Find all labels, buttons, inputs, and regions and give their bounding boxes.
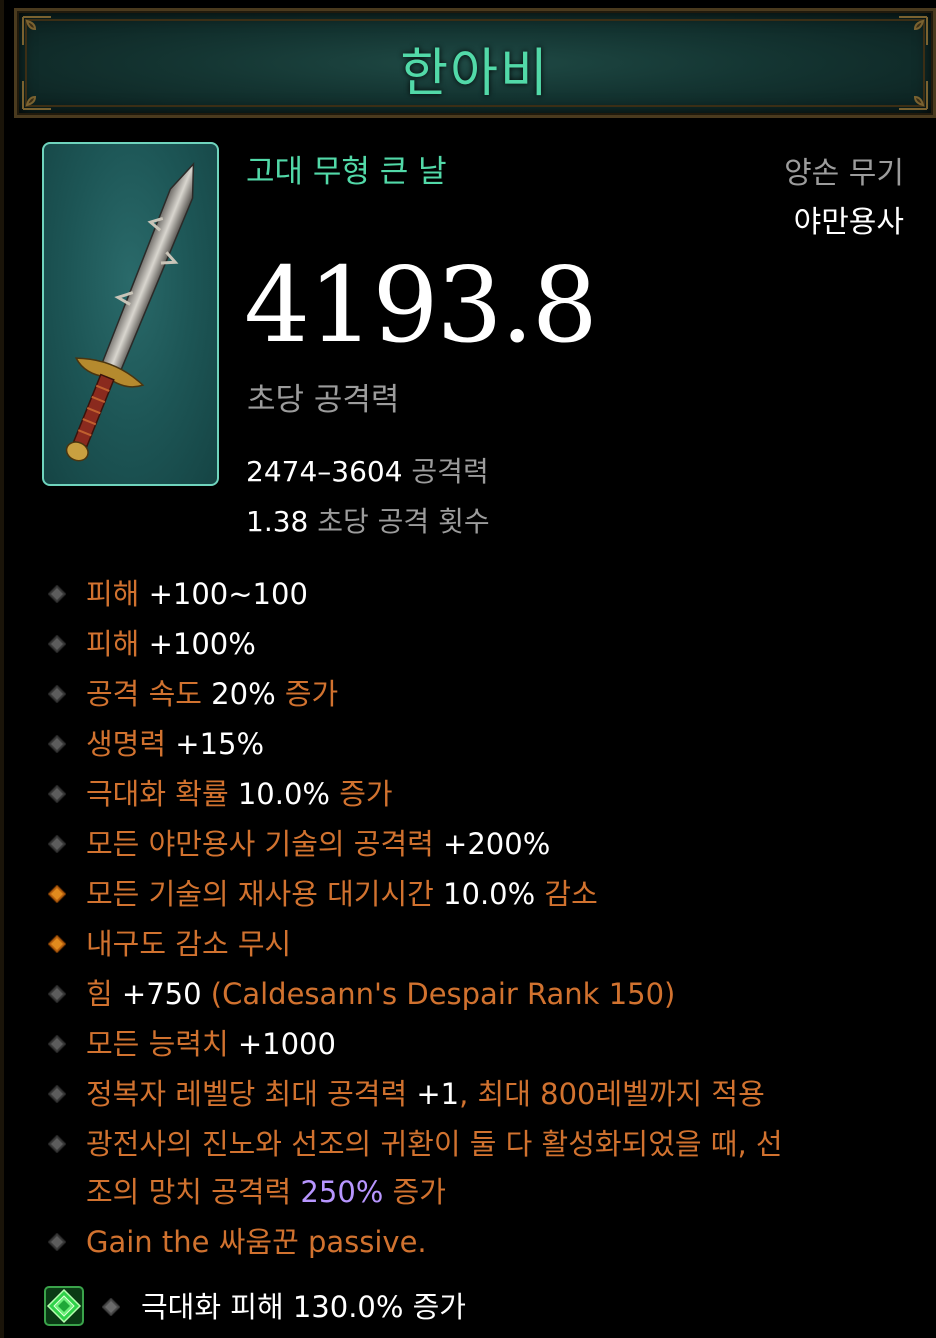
primary-affix-diamond-icon xyxy=(48,985,66,1003)
primary-affix-diamond-icon xyxy=(48,785,66,803)
affix-text-part: 모든 기술의 재사용 대기시간 xyxy=(86,877,444,911)
tooltip-header: 한아비 xyxy=(14,8,936,118)
attack-speed-line: 1.38 초당 공격 횟수 xyxy=(246,500,490,540)
damage-range-label: 공격력 xyxy=(411,455,489,488)
affix-text-part: 증가 xyxy=(383,1175,446,1209)
affix-text-part: , 최대 800레벨까지 적용 xyxy=(459,1077,765,1111)
affix-text: 공격 속도 20% 증가 xyxy=(86,670,338,718)
affix-text-part: +750 xyxy=(121,977,202,1011)
affix-text-part: 극대화 확률 xyxy=(86,777,238,811)
damage-range-line: 2474–3604 공격력 xyxy=(246,450,489,490)
affix-text-part: 광전사의 진노와 선조의 귀환이 둘 다 활성화되었을 때, 선 xyxy=(86,1127,783,1161)
affix-text-part: 조의 망치 공격력 xyxy=(86,1175,301,1209)
affix-text: 피해 +100% xyxy=(86,620,256,668)
affix-text-part: 피해 xyxy=(86,577,149,611)
affix-text-part: 250% xyxy=(300,1175,384,1209)
attack-speed-value: 1.38 xyxy=(246,505,309,538)
affix-text-part: +200% xyxy=(443,827,551,861)
primary-affix-diamond-icon xyxy=(48,1233,66,1251)
affix-text: Gain the 싸움꾼 passive. xyxy=(86,1218,427,1266)
affix-text: 광전사의 진노와 선조의 귀환이 둘 다 활성화되었을 때, 선조의 망치 공격… xyxy=(86,1120,783,1216)
socket-row: 극대화 피해 130.0% 증가 xyxy=(44,1284,924,1330)
socket-text: 극대화 피해 130.0% 증가 xyxy=(141,1290,466,1324)
dps-value: 4193.8 xyxy=(244,244,598,366)
emerald-gem-icon xyxy=(44,1286,84,1326)
affix-text-part: 10.0% xyxy=(443,877,536,911)
affix-text-part: +15% xyxy=(175,727,265,761)
damage-range-value: 2474–3604 xyxy=(246,455,403,488)
affix-text-part: 힘 xyxy=(86,977,122,1011)
item-slot: 양손 무기 xyxy=(784,156,904,191)
primary-affix-diamond-icon xyxy=(48,685,66,703)
affix-text-part: +100% xyxy=(148,627,256,661)
affix-text: 모든 능력치 +1000 xyxy=(86,1020,336,1068)
affix-text-part: 모든 야만용사 기술의 공격력 xyxy=(86,827,444,861)
affix-text-part: 감소 xyxy=(535,877,598,911)
sword-icon xyxy=(65,161,195,462)
affix-text-part: 피해 xyxy=(86,627,149,661)
affix-text-part: +1 xyxy=(416,1077,460,1111)
affix-text: 힘 +750 (Caldesann's Despair Rank 150) xyxy=(86,970,675,1018)
primary-affix-diamond-icon xyxy=(48,735,66,753)
affix-text-part: 내구도 감소 무시 xyxy=(86,927,292,961)
primary-affix-diamond-icon xyxy=(48,1085,66,1103)
affix-text: 내구도 감소 무시 xyxy=(86,920,291,968)
primary-affix-diamond-icon xyxy=(48,1035,66,1053)
item-name: 한아비 xyxy=(400,44,550,104)
socket-diamond-icon xyxy=(102,1298,120,1316)
dps-label: 초당 공격력 xyxy=(247,382,400,418)
primary-affix-diamond-icon xyxy=(48,835,66,853)
item-type: 고대 무형 큰 날 xyxy=(246,154,447,190)
affix-text: 모든 기술의 재사용 대기시간 10.0% 감소 xyxy=(86,870,598,918)
affix-text-part: 증가 xyxy=(275,677,339,711)
secondary-affix-diamond-icon xyxy=(48,935,66,953)
affix-text: 생명력 +15% xyxy=(86,720,264,768)
affix-text: 모든 야만용사 기술의 공격력 +200% xyxy=(86,820,550,868)
affix-text-part: Gain the 싸움꾼 passive. xyxy=(86,1225,427,1259)
affix-text-part: 증가 xyxy=(329,777,393,811)
affix-text-part: 정복자 레벨당 최대 공격력 xyxy=(86,1077,417,1111)
affix-text: 극대화 확률 10.0% 증가 xyxy=(86,770,393,818)
affix-text-part: 10.0% xyxy=(237,777,330,811)
affix-text: 피해 +100~100 xyxy=(86,570,308,618)
affix-text-part: +100~100 xyxy=(148,577,308,611)
affix-text-part: 20% xyxy=(211,677,276,711)
affix-text-part: 공격 속도 xyxy=(86,677,212,711)
affix-text: 정복자 레벨당 최대 공격력 +1, 최대 800레벨까지 적용 xyxy=(86,1070,765,1118)
affix-text-part: +1000 xyxy=(237,1027,336,1061)
primary-affix-diamond-icon xyxy=(48,1135,66,1153)
attack-speed-label: 초당 공격 횟수 xyxy=(317,505,490,538)
affix-text-part: (Caldesann's Despair Rank 150) xyxy=(201,977,676,1011)
affix-text-part: 모든 능력치 xyxy=(86,1027,238,1061)
primary-affix-diamond-icon xyxy=(48,635,66,653)
tooltip-frame: 한아비 고대 무형 큰 날 양손 무기 야만용사 4193.8 초당 공격력 2… xyxy=(0,0,936,1338)
item-class: 야만용사 xyxy=(793,205,904,240)
item-image xyxy=(42,142,219,486)
affix-text-part: 생명력 xyxy=(86,727,176,761)
primary-affix-diamond-icon xyxy=(48,585,66,603)
secondary-affix-diamond-icon xyxy=(48,885,66,903)
